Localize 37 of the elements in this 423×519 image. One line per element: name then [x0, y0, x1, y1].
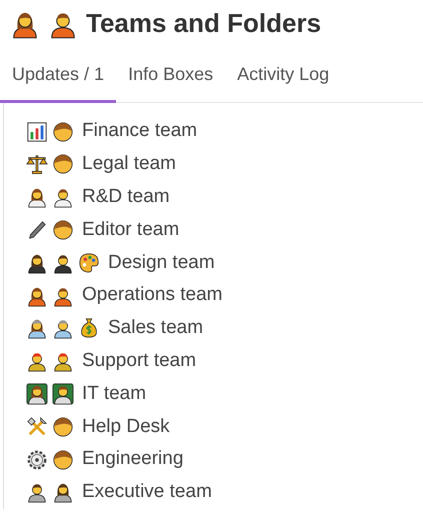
team-link[interactable]: Executive team — [82, 478, 212, 507]
team-link[interactable]: Editor team — [82, 216, 180, 244]
scientist-icon — [52, 186, 74, 208]
helmet-worker-icon — [26, 317, 48, 340]
team-link[interactable]: Design team — [108, 248, 215, 278]
gear-icon — [26, 448, 48, 471]
face-icon — [52, 448, 74, 471]
tab[interactable]: Info Boxes — [116, 53, 226, 104]
scales-icon — [26, 153, 48, 176]
team-link[interactable]: Operations team — [82, 281, 222, 310]
team-link[interactable]: Help Desk — [82, 412, 170, 441]
office-worker-icon — [52, 481, 74, 504]
team-link[interactable]: R&D team — [82, 182, 170, 212]
face-icon — [52, 120, 74, 143]
laptop-worker-icon — [26, 382, 48, 405]
helmet-worker-icon — [52, 317, 74, 340]
tab[interactable]: Updates / 1 — [0, 53, 116, 104]
tab[interactable]: Activity Log — [225, 53, 342, 104]
palette-icon — [78, 252, 100, 274]
team-link[interactable]: Engineering — [82, 445, 184, 474]
face-icon — [52, 416, 74, 438]
face-icon — [52, 153, 74, 176]
tools-icon — [26, 416, 48, 438]
money-bag-icon — [78, 317, 100, 340]
firefighter-icon — [26, 350, 48, 372]
office-worker-icon — [26, 481, 48, 504]
team-link[interactable]: Sales team — [108, 314, 204, 343]
team-link[interactable]: IT team — [82, 380, 146, 408]
team-link[interactable]: Finance team — [82, 117, 198, 146]
bar-chart-icon — [26, 120, 48, 143]
firefighter-icon — [52, 350, 74, 372]
face-icon — [52, 218, 74, 241]
page-title: Teams and Folders — [86, 8, 322, 40]
team-link[interactable]: Legal team — [82, 150, 176, 179]
laptop-worker-icon — [52, 382, 74, 405]
team-link[interactable]: Support team — [82, 346, 196, 376]
scientist-icon — [26, 186, 48, 208]
